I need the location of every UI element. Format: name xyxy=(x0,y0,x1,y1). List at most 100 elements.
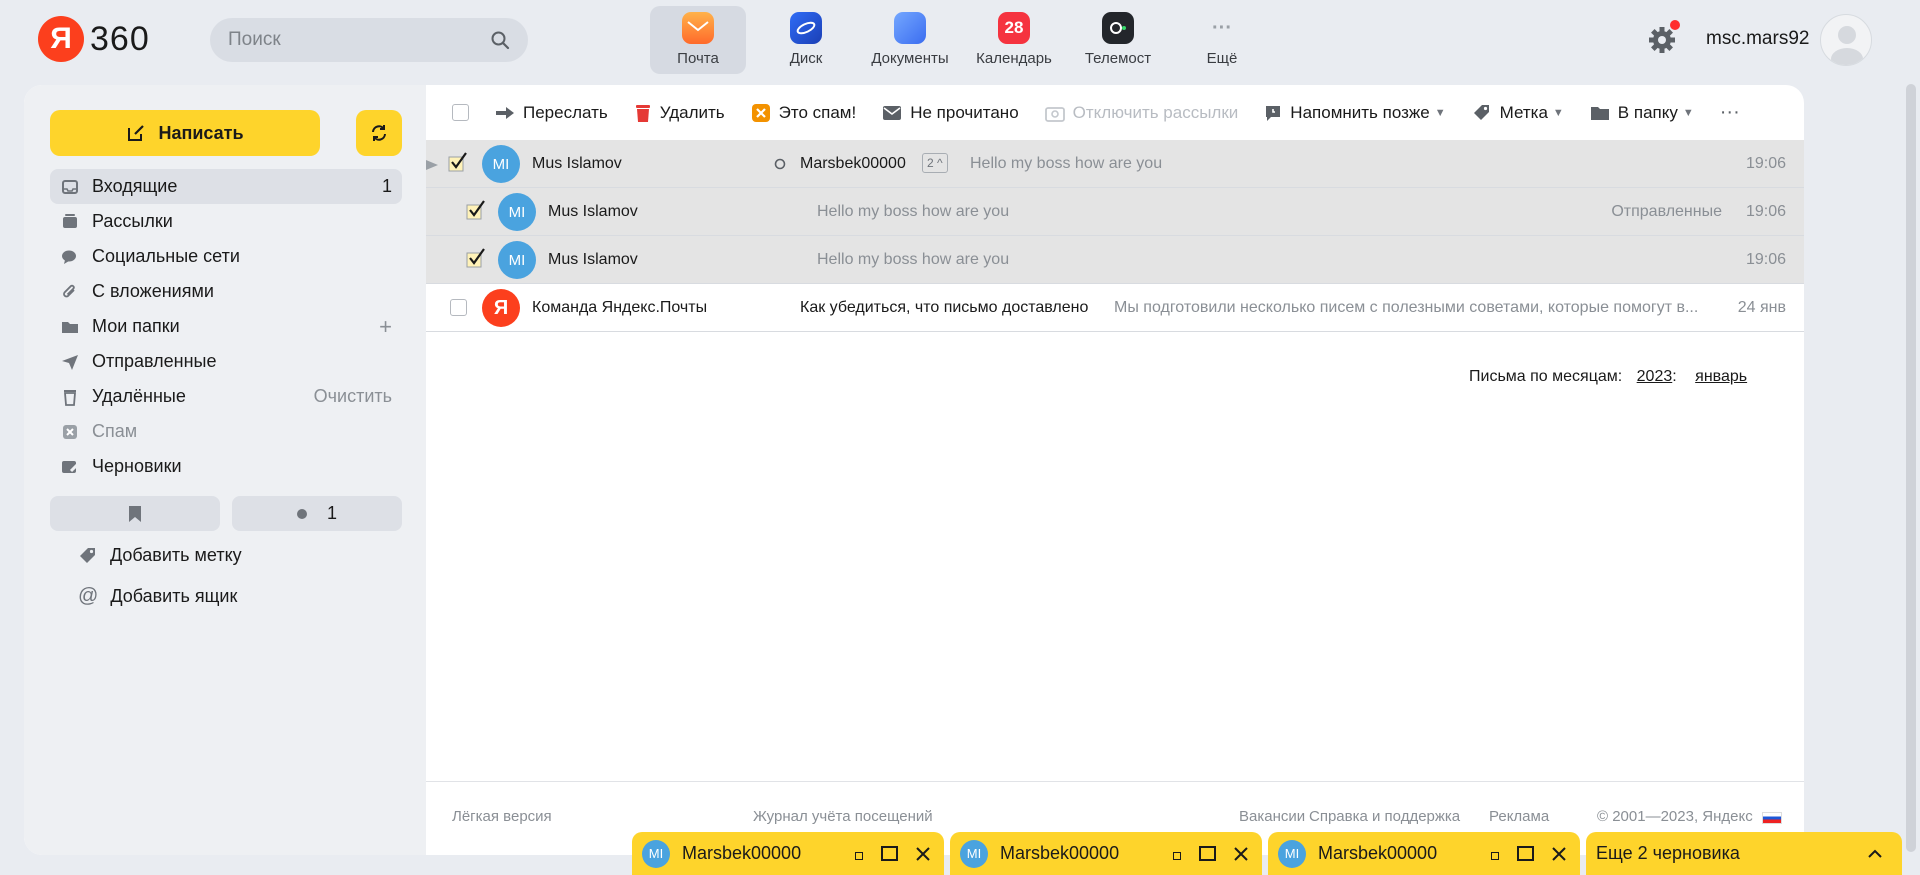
folder-spam[interactable]: Спам xyxy=(50,414,402,449)
select-all-checkbox[interactable] xyxy=(452,104,469,121)
unsubscribe-label: Отключить рассылки xyxy=(1072,102,1239,122)
search-icon[interactable] xyxy=(490,30,510,50)
app-docs-label: Документы xyxy=(871,50,949,67)
yandex-360-logo[interactable]: Я 360 xyxy=(38,16,150,62)
maximize-icon[interactable] xyxy=(1199,846,1216,861)
refresh-button[interactable] xyxy=(356,110,402,156)
unread-circle-icon[interactable] xyxy=(774,158,786,170)
folder-newsletters-label: Рассылки xyxy=(92,211,173,231)
label-button[interactable]: Метка ▼ xyxy=(1472,103,1564,123)
message-preview: Мы подготовили несколько писем с полезны… xyxy=(1114,298,1699,316)
mark-unread-button[interactable]: Не прочитано xyxy=(882,103,1019,123)
compose-button[interactable]: Написать xyxy=(50,110,320,156)
forward-button[interactable]: Переслать xyxy=(495,103,608,123)
add-mailbox-text: Добавить ящик xyxy=(110,586,238,606)
newsletters-icon xyxy=(60,212,80,232)
user-avatar[interactable] xyxy=(1820,14,1872,66)
message-checkbox-checked[interactable] xyxy=(448,152,468,172)
remind-later-button[interactable]: Напомнить позже ▼ xyxy=(1264,102,1446,123)
message-checkbox-checked[interactable] xyxy=(466,248,486,268)
months-navigation: Письма по месяцам: 2023: январь xyxy=(1469,368,1748,385)
message-time: 24 янв xyxy=(1737,298,1786,316)
message-checkbox[interactable] xyxy=(450,299,467,316)
draft-title: Marsbek00000 xyxy=(1318,843,1438,863)
maximize-icon[interactable] xyxy=(1517,846,1534,861)
folder-trash[interactable]: Удалённые Очистить xyxy=(50,379,402,414)
close-icon[interactable] xyxy=(1552,846,1566,861)
app-telemost[interactable]: Телемост xyxy=(1066,6,1170,74)
app-mail[interactable]: Почта xyxy=(650,6,746,74)
draft-title: Marsbek00000 xyxy=(1000,843,1120,863)
thread-row[interactable]: MI Mus Islamov Marsbek00000 2 ^ Hello my… xyxy=(426,140,1804,188)
label-label: Метка xyxy=(1499,102,1548,122)
visit-journal-link[interactable]: Журнал учёта посещений xyxy=(753,808,933,825)
remind-caret-icon: ▼ xyxy=(1434,106,1446,119)
add-mailbox-link[interactable]: @ Добавить ящик xyxy=(78,585,237,608)
delete-label: Удалить xyxy=(659,102,725,122)
yandex-sender-avatar: Я xyxy=(482,289,520,327)
delete-button[interactable]: Удалить xyxy=(634,103,725,123)
folder-newsletters[interactable]: Рассылки xyxy=(50,204,402,239)
add-label-text: Добавить метку xyxy=(110,545,242,565)
folder-social[interactable]: Социальные сети xyxy=(50,239,402,274)
folder-sent[interactable]: Отправленные xyxy=(50,344,402,379)
folder-inbox[interactable]: Входящие 1 xyxy=(50,169,402,204)
more-actions-button[interactable]: ··· xyxy=(1720,101,1740,124)
help-link[interactable]: Справка и поддержка xyxy=(1309,808,1460,825)
maximize-icon[interactable] xyxy=(881,846,898,861)
folder-my-folders[interactable]: Мои папки + xyxy=(50,309,402,344)
minimize-icon[interactable] xyxy=(855,851,863,860)
inbox-unread-count: 1 xyxy=(381,176,392,196)
draft-window[interactable]: MI Marsbek00000 xyxy=(632,832,944,875)
year-link[interactable]: 2023 xyxy=(1637,368,1673,385)
draft-window[interactable]: MI Marsbek00000 xyxy=(1268,832,1580,875)
apps-bar: Почта Диск Документы 28 Календарь Телемо… xyxy=(650,6,1274,74)
minimize-icon[interactable] xyxy=(1491,851,1499,860)
app-calendar[interactable]: 28 Календарь xyxy=(962,6,1066,74)
light-version-link[interactable]: Лёгкая версия xyxy=(452,808,552,825)
bookmark-filter-button[interactable] xyxy=(50,496,220,531)
move-to-folder-button[interactable]: В папку ▼ xyxy=(1590,103,1694,123)
app-docs[interactable]: Документы xyxy=(858,6,962,74)
app-telemost-label: Телемост xyxy=(1084,50,1152,67)
folder-drafts[interactable]: Черновики xyxy=(50,449,402,484)
add-folder-button[interactable]: + xyxy=(379,314,392,340)
unread-filter-button[interactable]: 1 xyxy=(232,496,402,531)
spam-icon xyxy=(60,422,80,442)
close-icon[interactable] xyxy=(1234,846,1248,861)
thread-child-row[interactable]: MI Mus Islamov Hello my boss how are you… xyxy=(426,236,1804,284)
minimize-icon[interactable] xyxy=(1173,851,1181,860)
add-label-link[interactable]: Добавить метку xyxy=(78,545,242,566)
thread-child-row[interactable]: MI Mus Islamov Hello my boss how are you… xyxy=(426,188,1804,236)
month-link[interactable]: январь xyxy=(1695,368,1747,385)
unsubscribe-button[interactable]: Отключить рассылки xyxy=(1044,102,1239,123)
search-input[interactable] xyxy=(228,29,490,51)
logo-360-text: 360 xyxy=(90,19,150,58)
search-box[interactable] xyxy=(210,18,528,62)
draft-avatar: MI xyxy=(1278,839,1306,868)
main-panel: Написать Входящие 1 Рассылки Социальные … xyxy=(24,85,1804,855)
more-drafts-button[interactable]: Еще 2 черновика xyxy=(1586,832,1902,875)
message-checkbox-checked[interactable] xyxy=(466,200,486,220)
thread-flag-icon xyxy=(426,160,438,170)
page-scrollbar[interactable] xyxy=(1906,84,1916,852)
draft-controls xyxy=(1173,846,1248,861)
draft-window[interactable]: MI Marsbek00000 xyxy=(950,832,1262,875)
close-icon[interactable] xyxy=(916,846,930,861)
app-more[interactable]: ··· Ещё xyxy=(1170,6,1274,74)
envelope-icon xyxy=(882,105,902,121)
username[interactable]: msc.mars92 xyxy=(1706,28,1809,50)
clear-trash-button[interactable]: Очистить xyxy=(314,386,392,407)
remind-label: Напомнить позже xyxy=(1290,102,1430,122)
thread-count-badge[interactable]: 2 ^ xyxy=(922,153,948,173)
spam-button[interactable]: Это спам! xyxy=(751,103,856,123)
ads-link[interactable]: Реклама xyxy=(1489,808,1549,825)
language-flag-icon[interactable] xyxy=(1762,812,1782,824)
message-list: MI Mus Islamov Marsbek00000 2 ^ Hello my… xyxy=(426,140,1804,332)
message-row[interactable]: Я Команда Яндекс.Почты Как убедиться, чт… xyxy=(426,284,1804,332)
jobs-link[interactable]: Вакансии xyxy=(1239,808,1305,825)
folder-attachments[interactable]: С вложениями xyxy=(50,274,402,309)
delete-icon xyxy=(634,103,652,123)
unread-filter-count: 1 xyxy=(326,503,337,523)
app-disk[interactable]: Диск xyxy=(754,6,858,74)
